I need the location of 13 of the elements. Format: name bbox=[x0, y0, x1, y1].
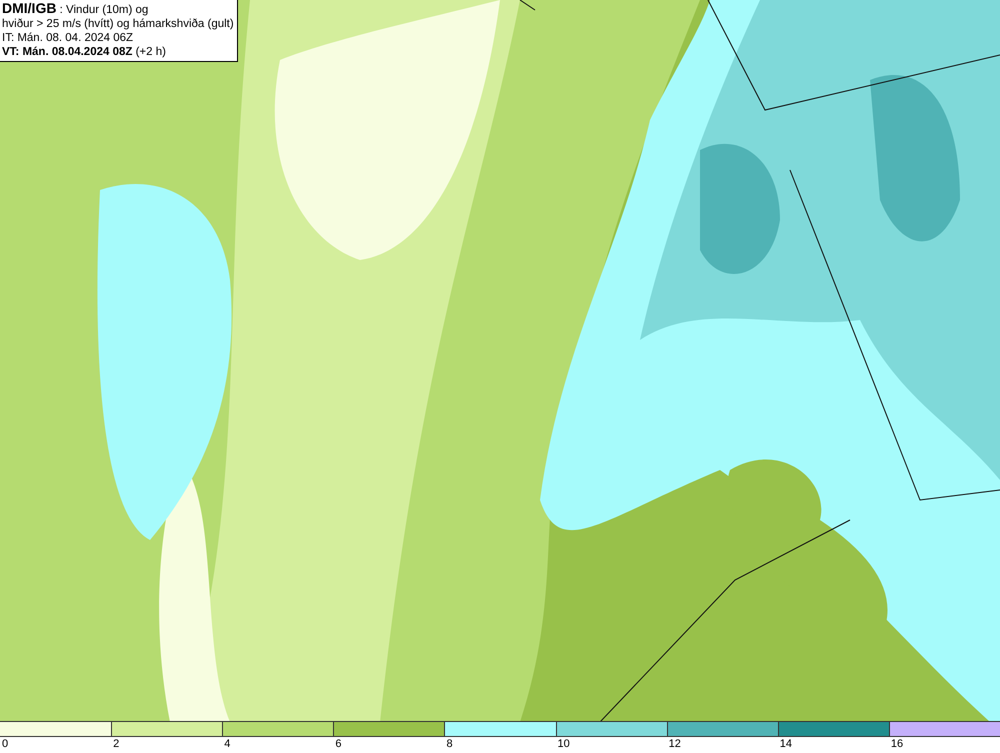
scale-label: 2 bbox=[113, 737, 120, 752]
scale-label: 4 bbox=[224, 737, 230, 752]
scale-label: 8 bbox=[446, 737, 453, 752]
scale-label: 10 bbox=[558, 737, 570, 752]
info-text: VT: Mán. 08.04.2024 08Z (+2 h) bbox=[2, 45, 167, 59]
scale-label: 12 bbox=[668, 737, 681, 752]
info-text: DMI/IGB : Vindur (10m) og bbox=[2, 1, 150, 17]
scale-label: 0 bbox=[2, 737, 8, 752]
scale-label: 16 bbox=[890, 737, 904, 752]
info-text: hviður > 25 m/s (hvítt) og hámarkshviða (gult) bbox=[2, 17, 234, 31]
info-text: IT: Mán. 08. 04. 2024 06Z bbox=[2, 31, 134, 45]
scale-label: 14 bbox=[780, 737, 792, 752]
scale-label: 6 bbox=[335, 737, 342, 752]
